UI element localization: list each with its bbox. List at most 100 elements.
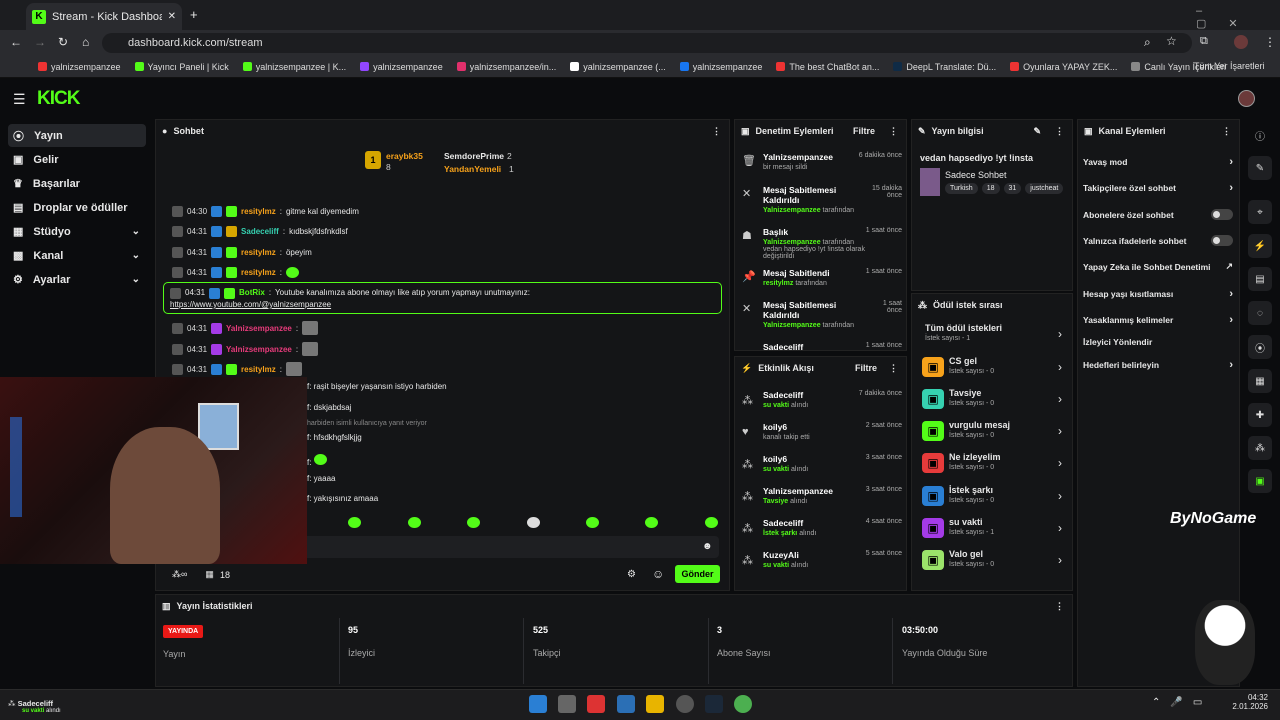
edit-icon[interactable]: ✎ bbox=[1033, 126, 1041, 137]
chat-message[interactable]: 04:30 resitylmz: gitme kal diyemedim bbox=[172, 206, 359, 217]
chat-input[interactable] bbox=[300, 536, 719, 558]
tag[interactable]: Turkish bbox=[945, 183, 978, 194]
chat-message-partial[interactable]: f: dskjabdsaj bbox=[307, 403, 351, 412]
activity-item[interactable]: ⁂ Yalnizsempanzee Tavsiye alındı 3 saat önc… bbox=[742, 486, 902, 512]
activity-item[interactable]: ♥ koily6 kanalı takip etti 2 saat önce bbox=[742, 422, 902, 448]
bookmark-6[interactable]: yalnizsempanzee bbox=[679, 62, 762, 72]
action-account-age[interactable]: Hesap yaşı kısıtlaması › bbox=[1083, 288, 1233, 300]
mod-item[interactable]: ✕ Mesaj Sabitlemesi Kaldırıldı Yalnizsempa… bbox=[742, 300, 902, 334]
mod-item[interactable]: Sadeceliff 1 saat önce bbox=[742, 342, 902, 350]
url-field[interactable]: dashboard.kick.com/stream bbox=[102, 33, 1192, 53]
emoji-icon[interactable]: ☻ bbox=[702, 541, 713, 552]
emote-icon[interactable] bbox=[586, 517, 599, 528]
nav-ayarlar[interactable]: ⚙ Ayarlar ⌄ bbox=[8, 268, 146, 291]
bookmark-4[interactable]: yalnizsempanzee/in... bbox=[456, 62, 556, 72]
clock[interactable]: 04:32 2.01.2026 bbox=[1230, 693, 1268, 711]
action-banned-words[interactable]: Yasaklanmış kelimeler › bbox=[1083, 314, 1233, 326]
reward-all[interactable]: Tüm ödül istekleri İstek sayısı - 1 › bbox=[922, 322, 1062, 348]
nav-gelir[interactable]: ▣ Gelir bbox=[8, 148, 146, 171]
app-icon[interactable] bbox=[617, 695, 635, 713]
emote-icon[interactable] bbox=[527, 517, 540, 528]
tag[interactable]: 31 bbox=[1003, 183, 1022, 194]
bookmark-star-icon[interactable]: ☆ bbox=[1166, 34, 1177, 48]
steam-icon[interactable] bbox=[705, 695, 723, 713]
crosshair-icon[interactable]: ⌖ bbox=[1248, 200, 1272, 224]
bookmark-0[interactable]: yalnizsempanzee bbox=[38, 62, 121, 72]
tag[interactable]: justcheat bbox=[1025, 183, 1064, 194]
chat-message[interactable]: 04:31 resitylmz: bbox=[172, 362, 302, 376]
close-tab-icon[interactable]: ✕ bbox=[168, 11, 176, 22]
leader-2-name[interactable]: SemdorePrime bbox=[444, 151, 504, 161]
all-bookmarks-link[interactable]: Tüm Yer İşaretleri bbox=[1194, 61, 1265, 71]
chat-message[interactable]: 04:31 resitylmz: bbox=[172, 267, 299, 278]
info-icon[interactable]: ⓘ bbox=[1248, 123, 1272, 147]
mod-item[interactable]: ☗ Başlık Yalnizsempanzee tarafından vedan … bbox=[742, 227, 902, 267]
reward-item[interactable]: ▣ Tavsiye İstek sayısı - 0 › bbox=[922, 387, 1062, 413]
chat-message[interactable]: 04:31 resitylmz: öpeyim bbox=[172, 247, 312, 258]
chat-message-partial[interactable]: f: raşit bişeyler yaşansın istiyo harbid… bbox=[307, 382, 447, 391]
reward-icon[interactable]: ⁂ bbox=[1248, 436, 1272, 460]
bot-link[interactable]: https://www.youtube.com/@yalnizsempanzee bbox=[170, 299, 715, 311]
more-icon[interactable]: ⋮ bbox=[1055, 601, 1064, 612]
tray-icons[interactable]: ⌃🎤▭ bbox=[1152, 697, 1212, 708]
bookmark-7[interactable]: The best ChatBot an... bbox=[776, 62, 879, 72]
chat-settings-icon[interactable]: ⚙ bbox=[627, 569, 636, 580]
extensions-icon[interactable]: ⧉ bbox=[1200, 35, 1208, 48]
back-icon[interactable]: ← bbox=[10, 35, 22, 49]
tag[interactable]: 18 bbox=[981, 183, 1000, 194]
zoom-icon[interactable]: ⌕ bbox=[1144, 35, 1151, 50]
bookmark-5[interactable]: yalnizsempanzee (... bbox=[570, 62, 666, 72]
emote-icon[interactable] bbox=[705, 517, 718, 528]
pinned-bot-message[interactable]: 04:31 BotRix: Youtube kanalımıza abone olm… bbox=[163, 282, 722, 314]
toggle-switch[interactable] bbox=[1211, 235, 1233, 246]
emote-icon[interactable] bbox=[408, 517, 421, 528]
bookmark-1[interactable]: Yayıncı Paneli | Kick bbox=[134, 62, 229, 72]
bookmark-8[interactable]: DeepL Translate: Dü... bbox=[893, 62, 996, 72]
mod-item[interactable]: ✕ Mesaj Sabitlemesi Kaldırıldı Yalnizsempa… bbox=[742, 185, 902, 219]
activity-item[interactable]: ⁂ KuzeyAli su vakti alındı 5 saat önce bbox=[742, 550, 902, 576]
activity-item[interactable]: ⁂ Sadeceliff su vakti alındı 7 dakika önce bbox=[742, 390, 902, 416]
nav-droplar[interactable]: ▤ Droplar ve ödüller bbox=[8, 196, 146, 219]
action-ai-moderation[interactable]: Yapay Zeka ile Sohbet Denetimi ↗ bbox=[1083, 261, 1233, 272]
reload-icon[interactable]: ↻ bbox=[58, 35, 68, 49]
more-icon[interactable]: ⋮ bbox=[1055, 126, 1064, 137]
activity-item[interactable]: ⁂ koily6 su vakti alındı 3 saat önce bbox=[742, 454, 902, 480]
bot-icon[interactable]: ▣ bbox=[1248, 469, 1272, 493]
activity-item[interactable]: ⁂ Sadeceliff İstek şarkı alındı 4 saat önce bbox=[742, 518, 902, 544]
emote-icon[interactable] bbox=[645, 517, 658, 528]
obs-icon[interactable] bbox=[676, 695, 694, 713]
nav-basarilar[interactable]: ♛ Başarılar bbox=[8, 172, 146, 195]
browser-tab[interactable]: K Stream - Kick Dashboard ✕ bbox=[26, 3, 182, 30]
reward-item[interactable]: ▣ vurgulu mesaj İstek sayısı - 0 › bbox=[922, 419, 1062, 445]
nav-kanal[interactable]: ▩ Kanal ⌄ bbox=[8, 244, 146, 267]
hamburger-menu-icon[interactable]: ☰ bbox=[13, 91, 26, 108]
reward-item[interactable]: ▣ su vakti İstek sayısı - 1 › bbox=[922, 516, 1062, 542]
broadcast-icon[interactable]: ⦿ bbox=[1248, 335, 1272, 359]
action-followers-only[interactable]: Takipçilere özel sohbet › bbox=[1083, 182, 1233, 194]
chat-message-partial[interactable]: f: yakışısınız amaaa bbox=[307, 494, 378, 503]
more-icon[interactable]: ⋮ bbox=[712, 126, 721, 137]
task-view-icon[interactable] bbox=[558, 695, 576, 713]
chat-message[interactable]: 04:31 Yalnizsempanzee: bbox=[172, 321, 319, 335]
action-goals[interactable]: Hedefleri belirleyin › bbox=[1083, 359, 1233, 371]
reward-item[interactable]: ▣ Valo gel İstek sayısı - 0 › bbox=[922, 548, 1062, 574]
mod-item[interactable]: 🗑 Yalnizsempanzee bir mesajı sildi 6 dakika… bbox=[742, 152, 902, 176]
reward-item[interactable]: ▣ CS gel İstek sayısı - 0 › bbox=[922, 355, 1062, 381]
more-icon[interactable]: ⋮ bbox=[889, 363, 898, 374]
profile-avatar[interactable] bbox=[1234, 35, 1248, 49]
nav-yayin[interactable]: ⦿ Yayın bbox=[8, 124, 146, 147]
leader-1-name[interactable]: eraybk35 bbox=[386, 151, 423, 161]
leader-3-name[interactable]: YandanYemeli bbox=[444, 164, 501, 174]
windows-start-icon[interactable] bbox=[529, 695, 547, 713]
chrome-icon[interactable] bbox=[734, 695, 752, 713]
bolt-icon[interactable]: ⚡ bbox=[1248, 234, 1272, 258]
chat-message[interactable]: 04:31 Sadeceliff: kıdbskjfdsfnkdlsf bbox=[172, 226, 348, 237]
reward-item[interactable]: ▣ Ne izleyelim İstek sayısı - 0 › bbox=[922, 451, 1062, 477]
file-explorer-icon[interactable] bbox=[646, 695, 664, 713]
home-icon[interactable]: ⌂ bbox=[82, 35, 89, 49]
bookmark-2[interactable]: yalnizsempanzee | K... bbox=[242, 62, 346, 72]
action-emotes-only[interactable]: Yalnızca ifadelerle sohbet bbox=[1083, 235, 1233, 246]
bookmark-9[interactable]: Oyunlara YAPAY ZEK... bbox=[1010, 62, 1117, 72]
bookmark-3[interactable]: yalnizsempanzee bbox=[360, 62, 443, 72]
chat-message[interactable]: 04:31 Yalnizsempanzee: bbox=[172, 342, 319, 356]
